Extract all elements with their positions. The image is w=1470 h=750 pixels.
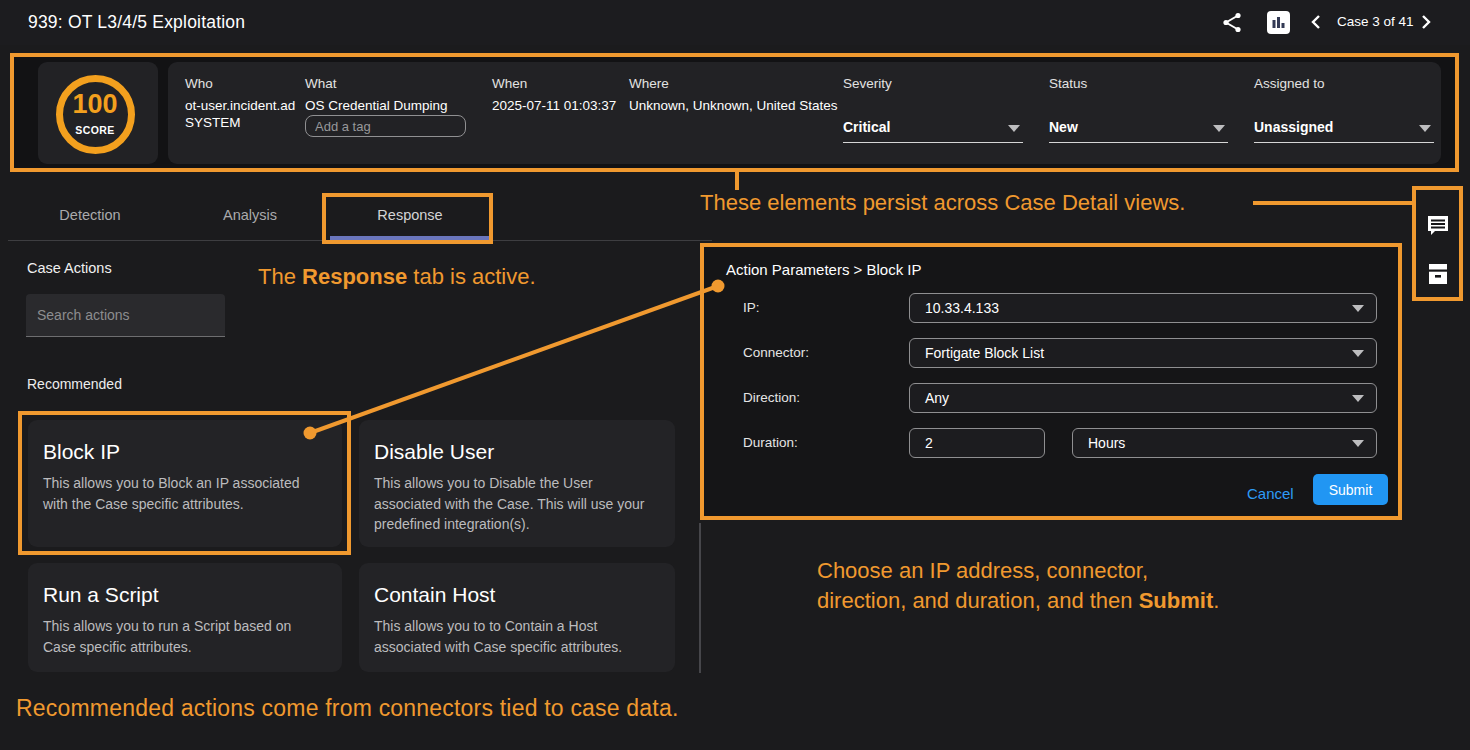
score-card: 100 SCORE: [38, 62, 158, 164]
chevron-down-icon: [1352, 350, 1364, 357]
who-label: Who: [185, 76, 213, 91]
status-select[interactable]: New: [1049, 114, 1228, 143]
annotation-bottom: Recommended actions come from connectors…: [16, 695, 679, 722]
score-value: 100: [35, 89, 155, 120]
chevron-down-icon: [1419, 125, 1431, 132]
who-value-1: ot-user.incident.ad: [185, 98, 295, 113]
where-label: Where: [629, 76, 669, 91]
action-parameters-panel: Action Parameters > Block IP IP: 10.33.4…: [700, 243, 1402, 520]
chevron-down-icon: [1213, 125, 1225, 132]
chevron-down-icon: [1352, 440, 1364, 447]
recommended-section-label: Recommended: [27, 376, 122, 392]
tab-analysis[interactable]: Analysis: [170, 207, 330, 223]
direction-select[interactable]: Any: [909, 383, 1377, 413]
ip-label: IP:: [743, 300, 760, 315]
annotation-choose: Choose an IP address, connector, directi…: [817, 556, 1219, 616]
case-actions-title: Case Actions: [27, 260, 112, 276]
score-label: SCORE: [35, 124, 155, 136]
ip-select[interactable]: 10.33.4.133: [909, 293, 1377, 323]
annotation-persist: These elements persist across Case Detai…: [700, 190, 1185, 216]
connector-select[interactable]: Fortigate Block List: [909, 338, 1377, 368]
status-label: Status: [1049, 76, 1087, 91]
chevron-left-icon[interactable]: [1311, 14, 1321, 30]
side-icons-highlight-box: [1412, 186, 1463, 301]
chevron-right-icon[interactable]: [1421, 14, 1431, 30]
severity-select[interactable]: Critical: [843, 114, 1023, 143]
archive-icon[interactable]: [1426, 262, 1450, 286]
connector-label: Connector:: [743, 345, 809, 360]
where-value: Unknown, Unknown, United States: [629, 98, 838, 113]
assigned-to-label: Assigned to: [1254, 76, 1325, 91]
action-card-contain-host[interactable]: Contain Host This allows you to to Conta…: [359, 563, 675, 672]
chevron-down-icon: [1352, 395, 1364, 402]
duration-label: Duration:: [743, 435, 798, 450]
search-actions-input[interactable]: [26, 294, 225, 337]
topbar: 939: OT L3/4/5 Exploitation Case 3 of 41: [0, 0, 1470, 45]
bar-chart-icon[interactable]: [1267, 11, 1290, 34]
duration-unit-select[interactable]: Hours: [1072, 428, 1377, 458]
when-label: When: [492, 76, 527, 91]
add-tag-input[interactable]: [305, 115, 466, 137]
case-title: 939: OT L3/4/5 Exploitation: [28, 12, 245, 33]
case-info-card: Who ot-user.incident.ad SYSTEM What OS C…: [168, 62, 1441, 164]
chevron-down-icon: [1008, 125, 1020, 132]
case-nav-label: Case 3 of 41: [1337, 14, 1414, 29]
tab-detection[interactable]: Detection: [10, 207, 170, 223]
who-value-2: SYSTEM: [185, 115, 241, 130]
what-label: What: [305, 76, 337, 91]
when-value: 2025-07-11 01:03:37: [492, 98, 616, 113]
comment-icon[interactable]: [1426, 214, 1450, 238]
annotation-response-tab: The Response tab is active.: [258, 264, 536, 290]
share-icon[interactable]: [1221, 11, 1243, 34]
cancel-button[interactable]: Cancel: [1247, 485, 1294, 502]
block-ip-highlight-box: [18, 411, 351, 555]
severity-label: Severity: [843, 76, 892, 91]
duration-value-input[interactable]: [909, 428, 1045, 458]
chevron-down-icon: [1352, 305, 1364, 312]
action-card-run-a-script[interactable]: Run a Script This allows you to run a Sc…: [28, 563, 342, 672]
direction-label: Direction:: [743, 390, 800, 405]
scrollbar[interactable]: [699, 523, 701, 673]
case-header-panel: 100 SCORE Who ot-user.incident.ad SYSTEM…: [10, 53, 1459, 172]
action-card-disable-user[interactable]: Disable User This allows you to Disable …: [359, 420, 675, 547]
assigned-to-select[interactable]: Unassigned: [1254, 114, 1434, 143]
response-tab-highlight-box: [322, 193, 493, 244]
breadcrumb: Action Parameters > Block IP: [726, 261, 922, 278]
submit-button[interactable]: Submit: [1313, 474, 1388, 505]
what-value: OS Credential Dumping: [305, 98, 448, 113]
